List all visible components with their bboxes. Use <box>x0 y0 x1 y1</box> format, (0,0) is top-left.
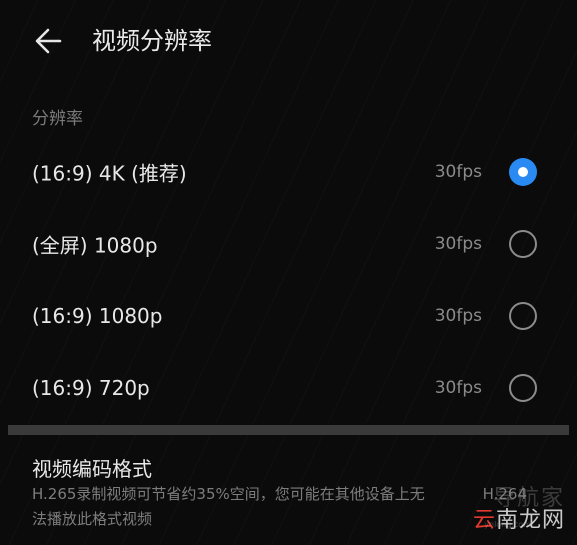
radio-selected-icon[interactable] <box>509 158 537 186</box>
app-bar: 视频分辨率 <box>0 0 577 84</box>
page-title: 视频分辨率 <box>92 27 212 55</box>
watermark-url: ynlong.com <box>484 520 531 529</box>
resolution-option-4k[interactable]: (16:9) 4K (推荐) 30fps <box>0 136 577 208</box>
back-button[interactable] <box>30 22 70 62</box>
option-fps: 30fps <box>434 306 482 326</box>
section-divider <box>8 425 569 435</box>
codec-description: H.265录制视频可节省约35%空间，您可能在其他设备上无法播放此格式视频 <box>32 485 425 528</box>
resolution-option-16-9-720p[interactable]: (16:9) 720p 30fps <box>0 352 577 424</box>
radio-unselected-icon[interactable] <box>509 374 537 402</box>
section-label-resolution: 分辨率 <box>32 109 83 129</box>
codec-title: 视频编码格式 <box>32 457 152 481</box>
option-fps: 30fps <box>434 162 482 182</box>
watermark-accent: 云 <box>472 508 496 533</box>
option-label: (16:9) 4K (推荐) <box>32 161 187 186</box>
option-fps: 30fps <box>434 378 482 398</box>
watermark-text: 南龙网 <box>495 508 565 533</box>
option-label: (16:9) 720p <box>32 376 150 400</box>
codec-value: H.264 <box>482 485 527 503</box>
resolution-option-fullscreen-1080p[interactable]: (全屏) 1080p 30fps <box>0 208 577 280</box>
radio-unselected-icon[interactable] <box>509 302 537 330</box>
resolution-option-16-9-1080p[interactable]: (16:9) 1080p 30fps <box>0 280 577 352</box>
arrow-left-icon <box>35 28 62 54</box>
radio-unselected-icon[interactable] <box>509 230 537 258</box>
option-fps: 30fps <box>434 234 482 254</box>
option-label: (16:9) 1080p <box>32 304 163 328</box>
option-label: (全屏) 1080p <box>32 233 158 258</box>
